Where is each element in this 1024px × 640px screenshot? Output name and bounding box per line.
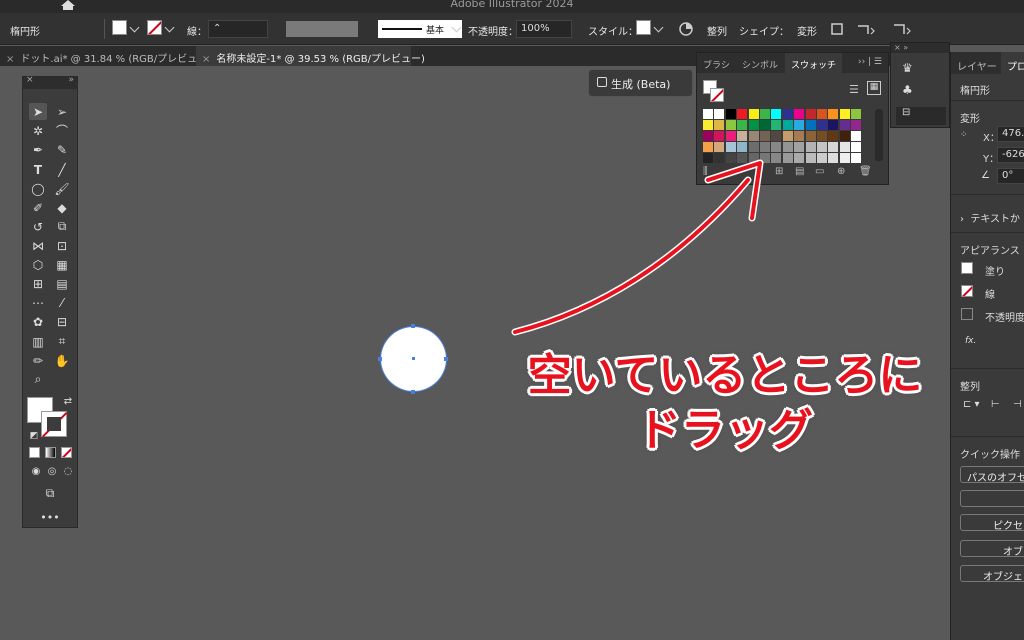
annotation-text-line1: 空いているところに [527,350,923,401]
annotation-arrow [511,159,764,336]
annotation-text-line2: ドラッグ [637,405,813,456]
illustrator-window: Adobe Illustrator 2024 楕円形 線： ⌃ 基本 不透明度：… [0,0,1024,640]
